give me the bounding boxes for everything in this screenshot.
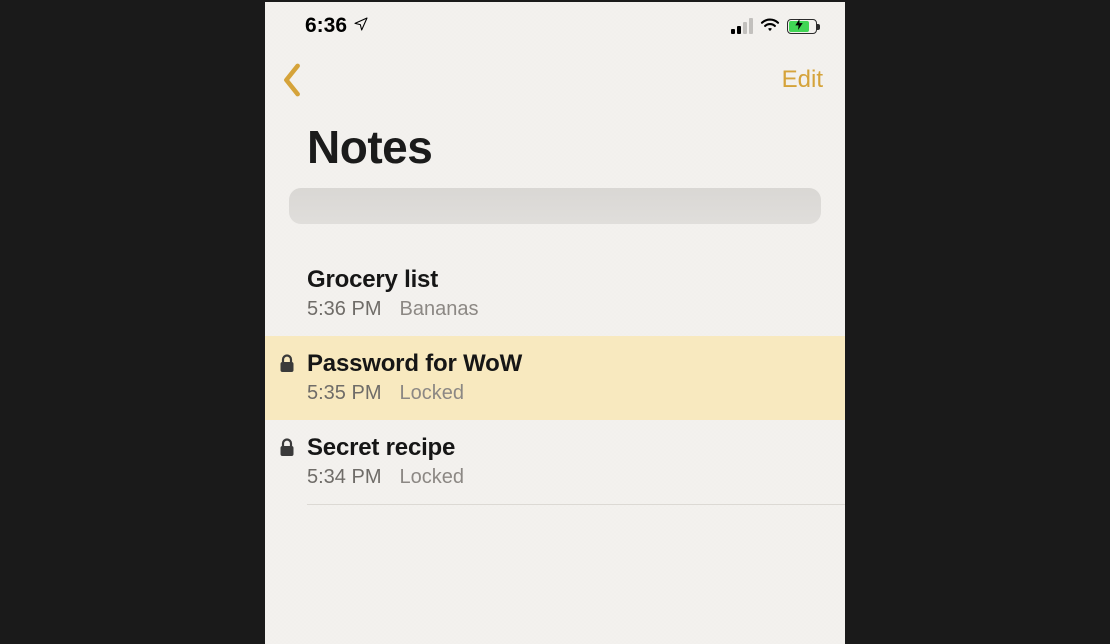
note-time: 5:35 PM bbox=[307, 382, 381, 405]
location-arrow-icon bbox=[353, 14, 369, 38]
note-time: 5:36 PM bbox=[307, 298, 381, 321]
note-subtitle: 5:36 PM Bananas bbox=[307, 298, 825, 321]
status-time: 6:36 bbox=[305, 14, 347, 38]
status-bar: 6:36 bbox=[265, 2, 845, 50]
search-input[interactable] bbox=[289, 188, 821, 224]
note-time: 5:34 PM bbox=[307, 466, 381, 489]
note-row[interactable]: Grocery list 5:36 PM Bananas bbox=[265, 252, 845, 336]
note-row[interactable]: Password for WoW 5:35 PM Locked bbox=[265, 336, 845, 420]
note-preview: Locked bbox=[399, 466, 464, 489]
note-preview: Locked bbox=[399, 382, 464, 405]
note-title: Password for WoW bbox=[307, 350, 825, 378]
status-left: 6:36 bbox=[305, 14, 369, 38]
notes-list: Grocery list 5:36 PM Bananas Password fo… bbox=[265, 252, 845, 505]
wifi-icon bbox=[759, 16, 781, 37]
note-title: Grocery list bbox=[307, 266, 825, 294]
search-wrap bbox=[265, 188, 845, 252]
page-title: Notes bbox=[265, 110, 845, 188]
note-title: Secret recipe bbox=[307, 434, 825, 462]
status-right bbox=[731, 16, 817, 37]
edit-button[interactable]: Edit bbox=[782, 66, 823, 94]
list-divider bbox=[307, 504, 845, 505]
charging-bolt-icon bbox=[795, 19, 803, 33]
phone-screen: 6:36 bbox=[265, 2, 845, 644]
cell-signal-icon bbox=[731, 18, 753, 34]
note-subtitle: 5:34 PM Locked bbox=[307, 466, 825, 489]
battery-icon bbox=[787, 19, 817, 34]
note-preview: Bananas bbox=[399, 298, 478, 321]
chevron-left-icon bbox=[281, 63, 303, 97]
lock-icon bbox=[279, 354, 295, 379]
back-button[interactable] bbox=[281, 60, 321, 100]
nav-bar: Edit bbox=[265, 50, 845, 110]
note-subtitle: 5:35 PM Locked bbox=[307, 382, 825, 405]
lock-icon bbox=[279, 438, 295, 463]
note-row[interactable]: Secret recipe 5:34 PM Locked bbox=[265, 420, 845, 504]
